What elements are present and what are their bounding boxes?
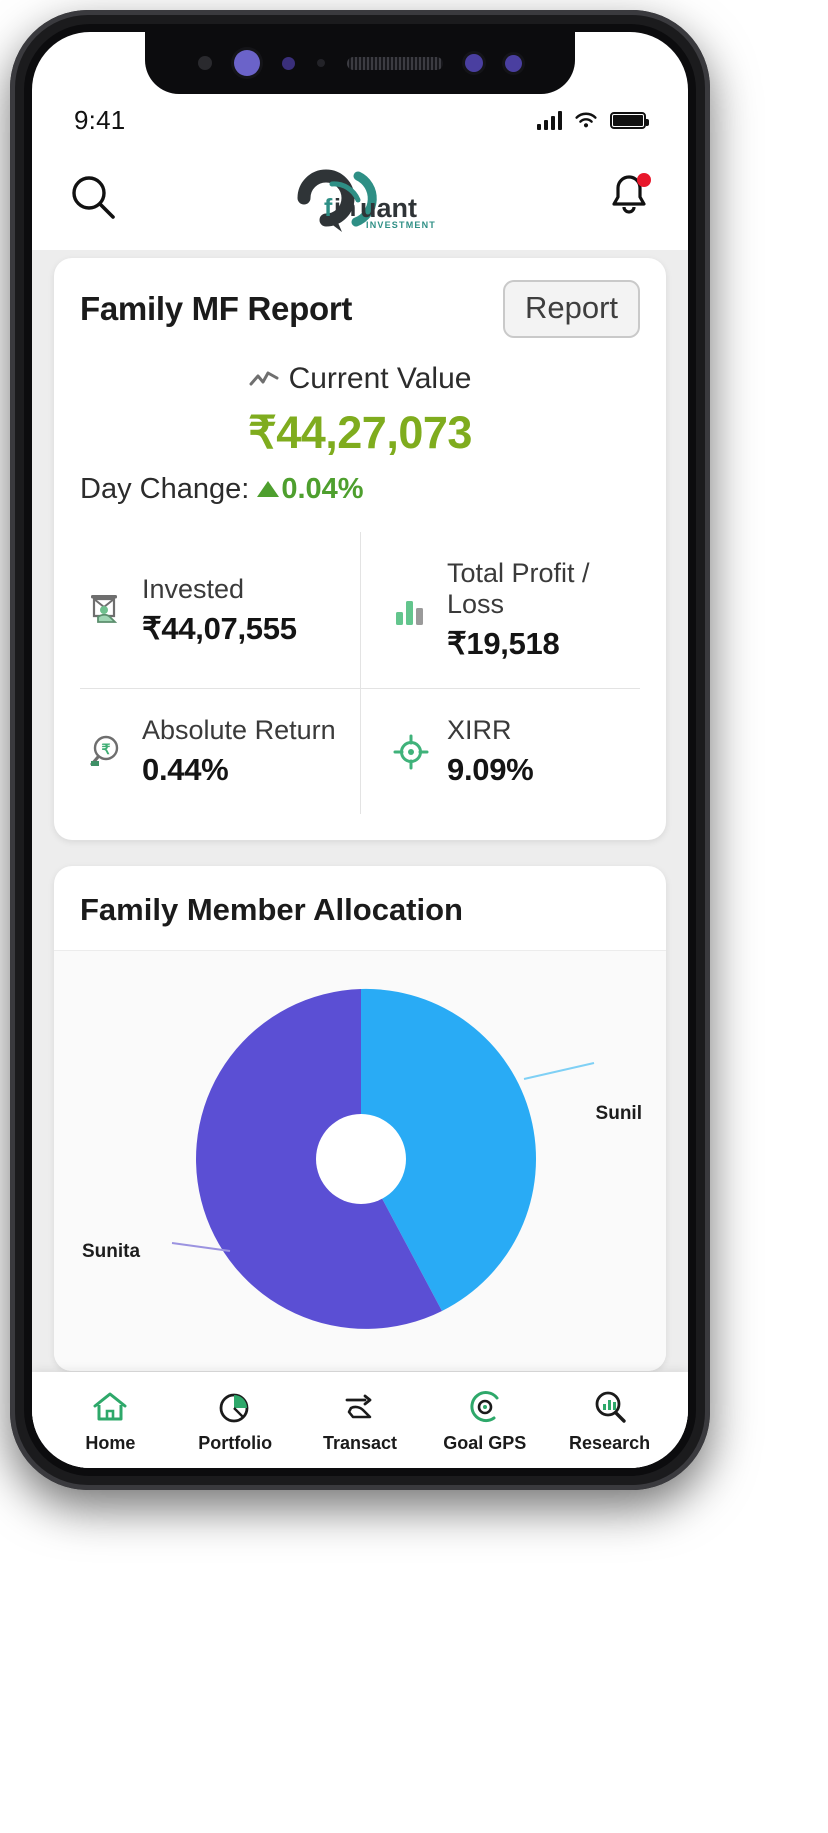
notification-badge — [637, 172, 651, 187]
nav-item-home[interactable]: Home — [56, 1386, 164, 1454]
allocation-title: Family Member Allocation — [54, 866, 666, 952]
wifi-icon — [575, 112, 597, 128]
money-in-hand-icon — [91, 595, 118, 623]
metric-label: XIRR — [447, 715, 512, 746]
notification-button[interactable] — [606, 171, 652, 226]
metric-value: ₹44,07,555 — [142, 610, 297, 646]
svg-text:₹: ₹ — [102, 741, 111, 757]
nav-item-portfolio[interactable]: Portfolio — [181, 1386, 289, 1454]
svg-text:in: in — [334, 194, 356, 222]
nav-item-goal-gps[interactable]: Goal GPS — [431, 1386, 539, 1454]
current-value-amount: ₹44,27,073 — [248, 407, 472, 458]
metric-absolute-return: ₹ Absolute Return 0.44% — [80, 688, 360, 814]
day-change-row: Day Change: 0.04% — [80, 473, 640, 506]
magnifier-chart-icon — [595, 1391, 626, 1423]
target-crosshair-icon — [393, 734, 429, 770]
cellular-signal-icon — [537, 110, 562, 130]
status-bar: 9:41 — [32, 94, 688, 146]
metric-invested: Invested ₹44,07,555 — [80, 532, 360, 688]
page-title: Family MF Report — [80, 290, 353, 327]
callout-line-sunil — [523, 1062, 595, 1081]
card-header: Family MF Report Report — [80, 280, 640, 338]
current-value-label-row: Current Value — [249, 362, 472, 396]
svg-text:f: f — [324, 194, 333, 222]
day-change-value: 0.04% — [281, 473, 364, 505]
front-camera-icon — [234, 50, 260, 76]
rupee-magnifier-icon: ₹ — [90, 735, 119, 766]
family-member-allocation-card: Family Member Allocation Sunil Sunita — [54, 866, 666, 1372]
metric-xirr: XIRR 9.09% — [360, 688, 640, 815]
metric-total-profit-loss: Total Profit / Loss ₹19,518 — [360, 532, 640, 689]
slice-label-sunil: Sunil — [595, 1103, 642, 1125]
donut-chart-svg — [171, 989, 595, 1330]
app-scroll-body[interactable]: Family MF Report Report Current Value ₹4… — [32, 250, 688, 1468]
app-logo[interactable]: f in uant INVESTMENT — [288, 160, 438, 236]
svg-text:INVESTMENT: INVESTMENT — [366, 220, 436, 230]
metric-label: Invested — [142, 573, 245, 604]
donut-chart[interactable]: Sunil Sunita — [54, 951, 666, 1372]
current-value-block: Current Value ₹44,27,073 — [80, 362, 640, 459]
earpiece-speaker — [347, 56, 443, 70]
sensor-dot-icon — [505, 54, 522, 72]
metric-grid: Invested ₹44,07,555 Total Profit / Loss … — [80, 532, 640, 815]
goal-gps-icon — [470, 1391, 499, 1423]
pie-chart-icon — [219, 1393, 249, 1423]
camera-notch — [145, 32, 575, 94]
svg-text:uant: uant — [360, 193, 417, 223]
nav-label: Research — [569, 1433, 651, 1453]
search-icon[interactable] — [68, 172, 120, 224]
report-button[interactable]: Report — [502, 280, 640, 338]
metric-value: ₹19,518 — [447, 626, 560, 662]
finquant-logo-icon: f in uant INVESTMENT — [288, 160, 438, 236]
hand-swipe-icon — [345, 1394, 372, 1419]
phone-device-frame: 9:41 f in uant INVESTMENT Family MF Repo… — [10, 10, 710, 1490]
sensor-dot-icon — [317, 59, 325, 67]
family-mf-report-card: Family MF Report Report Current Value ₹4… — [54, 258, 666, 841]
metric-value: 0.44% — [142, 752, 229, 788]
app-header: f in uant INVESTMENT — [32, 146, 688, 250]
nav-label: Goal GPS — [443, 1433, 527, 1453]
status-icons — [537, 110, 649, 130]
slice-label-sunita: Sunita — [82, 1241, 141, 1263]
metric-label: Total Profit / Loss — [447, 558, 590, 620]
trend-line-icon — [249, 371, 279, 386]
donut-center-hole — [316, 1114, 406, 1205]
phone-bezel: 9:41 f in uant INVESTMENT Family MF Repo… — [24, 24, 696, 1476]
nav-label: Home — [85, 1433, 136, 1453]
day-change-label: Day Change: — [80, 473, 250, 505]
sensor-dot-icon — [465, 54, 483, 72]
current-value-label: Current Value — [288, 362, 472, 395]
bar-chart-icon — [396, 601, 423, 626]
home-icon — [93, 1392, 127, 1421]
status-time: 9:41 — [74, 104, 126, 135]
nav-label: Transact — [322, 1433, 397, 1453]
phone-screen: 9:41 f in uant INVESTMENT Family MF Repo… — [32, 32, 688, 1468]
bottom-navigation-bar: Home Portfolio Transact Goal GPS Researc… — [32, 1372, 688, 1468]
triangle-up-icon — [257, 481, 280, 497]
metric-label: Absolute Return — [142, 715, 336, 746]
nav-item-research[interactable]: Research — [556, 1386, 664, 1454]
sensor-dot-icon — [198, 56, 212, 70]
nav-label: Portfolio — [198, 1433, 273, 1453]
day-change-value-wrap: 0.04% — [257, 473, 364, 505]
nav-item-transact[interactable]: Transact — [306, 1386, 414, 1454]
sensor-dot-icon — [282, 56, 295, 70]
metric-value: 9.09% — [447, 752, 534, 788]
battery-icon — [610, 111, 649, 129]
